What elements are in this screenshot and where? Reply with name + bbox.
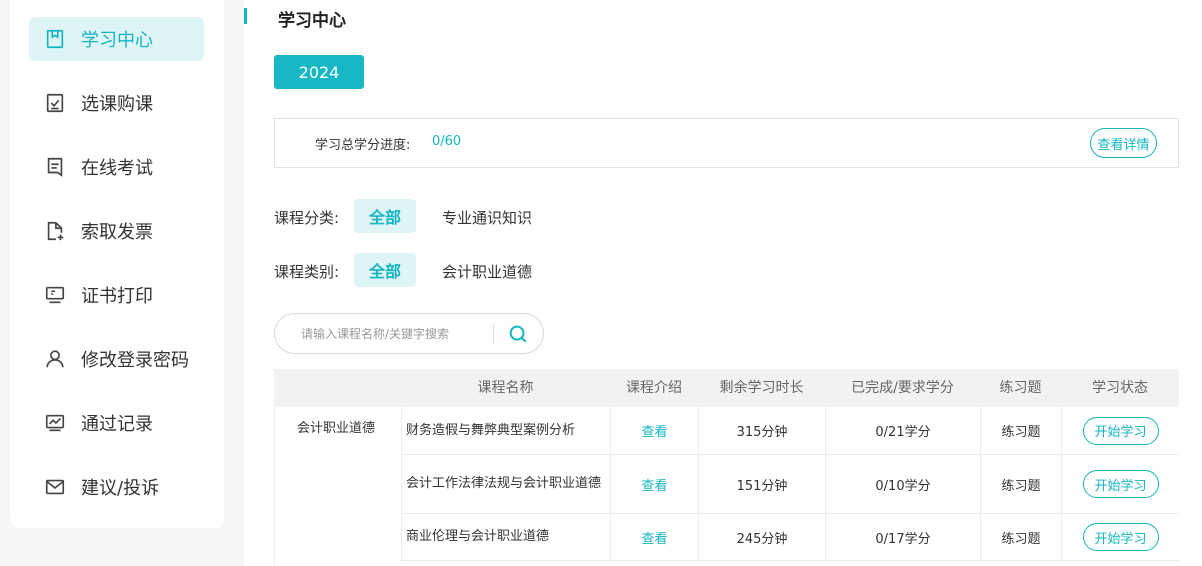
status-cell: 开始学习 bbox=[1061, 455, 1179, 513]
sidebar-item-online-exam[interactable]: 在线考试 bbox=[29, 145, 204, 189]
sidebar-item-invoice[interactable]: 索取发票 bbox=[29, 209, 204, 253]
monitor-icon bbox=[43, 283, 67, 307]
table-header: 课程名称 课程介绍 剩余学习时长 已完成/要求学分 练习题 学习状态 bbox=[274, 369, 1179, 407]
column-header: 剩余学习时长 bbox=[719, 380, 804, 396]
main-panel: 学习中心 2024 学习总学分进度: 0/60 查看详情 课程分类: 全部 专业… bbox=[244, 0, 1202, 566]
table-row: 会计工作法律法规与会计职业道德 查看 151分钟 0/10学分 练习题 开始学习 bbox=[401, 455, 1179, 514]
start-learning-button[interactable]: 开始学习 bbox=[1082, 470, 1159, 498]
column-header: 学习状态 bbox=[1092, 380, 1148, 396]
sidebar: 学习中心 选课购课 在线考试 索取发票 证书打印 修改登录密码 通过记录 建议/… bbox=[10, 0, 224, 528]
course-name: 财务造假与舞弊典型案例分析 bbox=[401, 407, 610, 454]
sidebar-item-label: 证书打印 bbox=[81, 286, 153, 307]
practice-link[interactable]: 练习题 bbox=[980, 407, 1061, 454]
type-filter-option[interactable]: 会计职业道德 bbox=[442, 261, 532, 282]
search-icon[interactable] bbox=[507, 323, 529, 345]
credits: 0/17学分 bbox=[825, 514, 980, 560]
sidebar-item-label: 学习中心 bbox=[81, 30, 153, 51]
course-name: 商业伦理与会计职业道德 bbox=[401, 514, 610, 560]
practice-link[interactable]: 练习题 bbox=[980, 514, 1061, 560]
progress-value: 0/60 bbox=[432, 134, 462, 149]
credit-progress-box: 学习总学分进度: 0/60 查看详情 bbox=[274, 118, 1179, 168]
remaining-time: 151分钟 bbox=[698, 455, 825, 513]
checklist-icon bbox=[43, 91, 67, 115]
sidebar-item-change-password[interactable]: 修改登录密码 bbox=[29, 337, 204, 381]
table-row: 财务造假与舞弊典型案例分析 查看 315分钟 0/21学分 练习题 开始学习 bbox=[401, 407, 1179, 455]
search-box bbox=[274, 313, 544, 354]
category-filter-label: 课程分类: bbox=[274, 209, 340, 227]
sidebar-item-label: 修改登录密码 bbox=[81, 350, 189, 371]
type-filter-all[interactable]: 全部 bbox=[354, 253, 416, 287]
chart-icon bbox=[43, 411, 67, 435]
column-header: 已完成/要求学分 bbox=[851, 380, 954, 396]
sidebar-item-pass-record[interactable]: 通过记录 bbox=[29, 401, 204, 445]
credits: 0/10学分 bbox=[825, 455, 980, 513]
mail-icon bbox=[43, 475, 67, 499]
status-cell: 开始学习 bbox=[1061, 514, 1179, 560]
remaining-time: 315分钟 bbox=[698, 407, 825, 454]
search-input[interactable] bbox=[301, 325, 481, 343]
sidebar-item-label: 建议/投诉 bbox=[81, 478, 160, 499]
sidebar-item-feedback[interactable]: 建议/投诉 bbox=[29, 465, 204, 509]
year-tab[interactable]: 2024 bbox=[274, 55, 364, 89]
remaining-time: 245分钟 bbox=[698, 514, 825, 560]
document-icon bbox=[43, 155, 67, 179]
course-intro-link[interactable]: 查看 bbox=[610, 455, 698, 513]
sidebar-item-course-select[interactable]: 选课购课 bbox=[29, 81, 204, 125]
sidebar-item-label: 选课购课 bbox=[81, 94, 153, 115]
category-filter-option[interactable]: 专业通识知识 bbox=[442, 207, 532, 228]
sidebar-item-label: 通过记录 bbox=[81, 414, 153, 435]
start-learning-button[interactable]: 开始学习 bbox=[1082, 416, 1159, 445]
course-name: 会计工作法律法规与会计职业道德 bbox=[401, 455, 610, 513]
file-add-icon bbox=[43, 219, 67, 243]
sidebar-item-learning-center[interactable]: 学习中心 bbox=[29, 17, 204, 61]
column-header: 课程名称 bbox=[477, 380, 534, 396]
user-icon bbox=[43, 347, 67, 371]
title-accent-bar bbox=[244, 8, 247, 24]
view-details-button[interactable]: 查看详情 bbox=[1090, 128, 1157, 158]
course-group-cell: 会计职业道德 bbox=[274, 407, 402, 566]
credits: 0/21学分 bbox=[825, 407, 980, 454]
category-filter-all[interactable]: 全部 bbox=[354, 199, 416, 233]
status-cell: 开始学习 bbox=[1061, 407, 1179, 454]
course-intro-link[interactable]: 查看 bbox=[610, 407, 698, 454]
page-title: 学习中心 bbox=[278, 11, 346, 31]
bookmark-icon bbox=[43, 27, 67, 51]
sidebar-item-label: 索取发票 bbox=[81, 222, 153, 243]
column-header: 课程介绍 bbox=[626, 380, 682, 396]
table-row: 商业伦理与会计职业道德 查看 245分钟 0/17学分 练习题 开始学习 bbox=[401, 514, 1179, 561]
practice-link[interactable]: 练习题 bbox=[980, 455, 1061, 513]
course-intro-link[interactable]: 查看 bbox=[610, 514, 698, 560]
sidebar-item-certificate[interactable]: 证书打印 bbox=[29, 273, 204, 317]
course-group-label: 会计职业道德 bbox=[297, 421, 376, 436]
sidebar-item-label: 在线考试 bbox=[81, 158, 153, 179]
progress-label: 学习总学分进度: bbox=[315, 138, 411, 153]
search-divider bbox=[493, 324, 494, 344]
column-header: 练习题 bbox=[999, 380, 1042, 396]
type-filter-label: 课程类别: bbox=[274, 263, 340, 281]
start-learning-button[interactable]: 开始学习 bbox=[1082, 523, 1159, 551]
